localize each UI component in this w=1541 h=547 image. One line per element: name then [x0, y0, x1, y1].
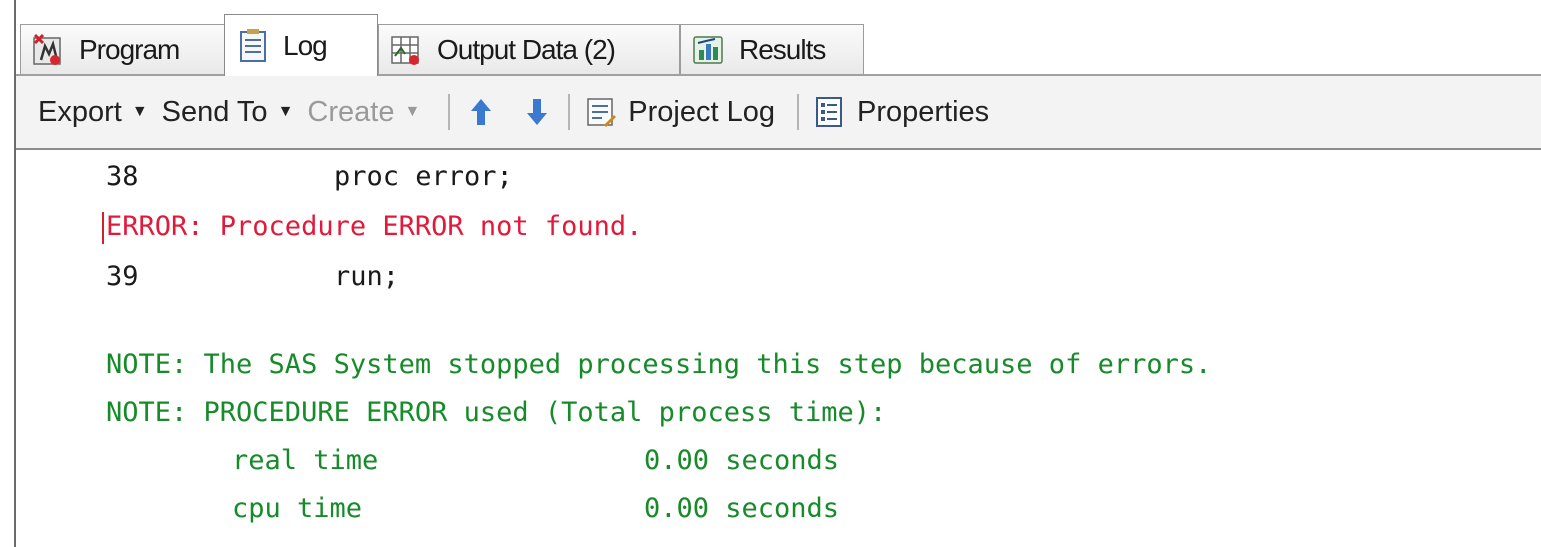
output-data-icon [391, 35, 419, 65]
create-label: Create [307, 95, 395, 128]
tab-log[interactable]: Log [224, 14, 378, 76]
tab-results[interactable]: Results [680, 24, 864, 74]
program-icon [33, 33, 61, 65]
toolbar-separator [568, 94, 571, 130]
send-to-label: Send To [161, 95, 268, 128]
project-log-label: Project Log [628, 95, 775, 128]
project-log-button[interactable]: Project Log [584, 95, 775, 129]
log-cpu-time-value: 0.00 seconds [644, 493, 840, 524]
log-source-code: run; [334, 261, 400, 292]
log-line-number: 39 [106, 261, 139, 292]
tab-log-label: Log [283, 29, 328, 61]
tab-results-label: Results [739, 33, 826, 65]
log-real-time-value: 0.00 seconds [644, 445, 840, 476]
sas-log-window: Program Log Output Data (2) Results Expo… [14, 0, 1541, 547]
log-line-number: 38 [106, 161, 139, 192]
log-content[interactable]: 38 proc error; ERROR: Procedure ERROR no… [16, 150, 1541, 547]
log-error-message: ERROR: Procedure ERROR not found. [106, 211, 643, 242]
toolbar-separator [448, 94, 451, 130]
log-cpu-time-label: cpu time [232, 493, 363, 524]
properties-label: Properties [857, 95, 990, 128]
tab-output-data[interactable]: Output Data (2) [378, 24, 680, 74]
chevron-down-icon: ▼ [277, 103, 294, 120]
create-menu-button[interactable]: Create ▼ [307, 96, 434, 129]
log-source-code: proc error; [334, 161, 513, 192]
log-icon [240, 28, 266, 62]
log-real-time-label: real time [232, 445, 379, 476]
toolbar-separator [797, 94, 799, 130]
tab-strip: Program Log Output Data (2) Results [16, 0, 1541, 76]
tab-program-label: Program [79, 33, 180, 65]
send-to-menu-button[interactable]: Send To ▼ [162, 96, 308, 129]
log-toolbar: Export ▼ Send To ▼ Create ▼ Project Log … [16, 76, 1541, 150]
properties-button[interactable]: Properties [813, 95, 989, 129]
results-icon [693, 35, 723, 64]
tab-output-data-label: Output Data (2) [437, 33, 616, 65]
export-label: Export [38, 95, 122, 128]
log-note-message: NOTE: PROCEDURE ERROR used (Total proces… [106, 397, 887, 428]
tab-program[interactable]: Program [20, 24, 226, 74]
log-note-message: NOTE: The SAS System stopped processing … [106, 349, 1212, 380]
project-log-icon [587, 98, 617, 127]
properties-icon [816, 97, 842, 127]
text-cursor [102, 212, 104, 244]
arrow-up-icon[interactable] [464, 95, 498, 129]
arrow-down-icon[interactable] [520, 95, 554, 129]
chevron-down-icon: ▼ [131, 103, 148, 120]
chevron-down-icon: ▼ [404, 103, 421, 120]
export-menu-button[interactable]: Export ▼ [38, 96, 162, 129]
